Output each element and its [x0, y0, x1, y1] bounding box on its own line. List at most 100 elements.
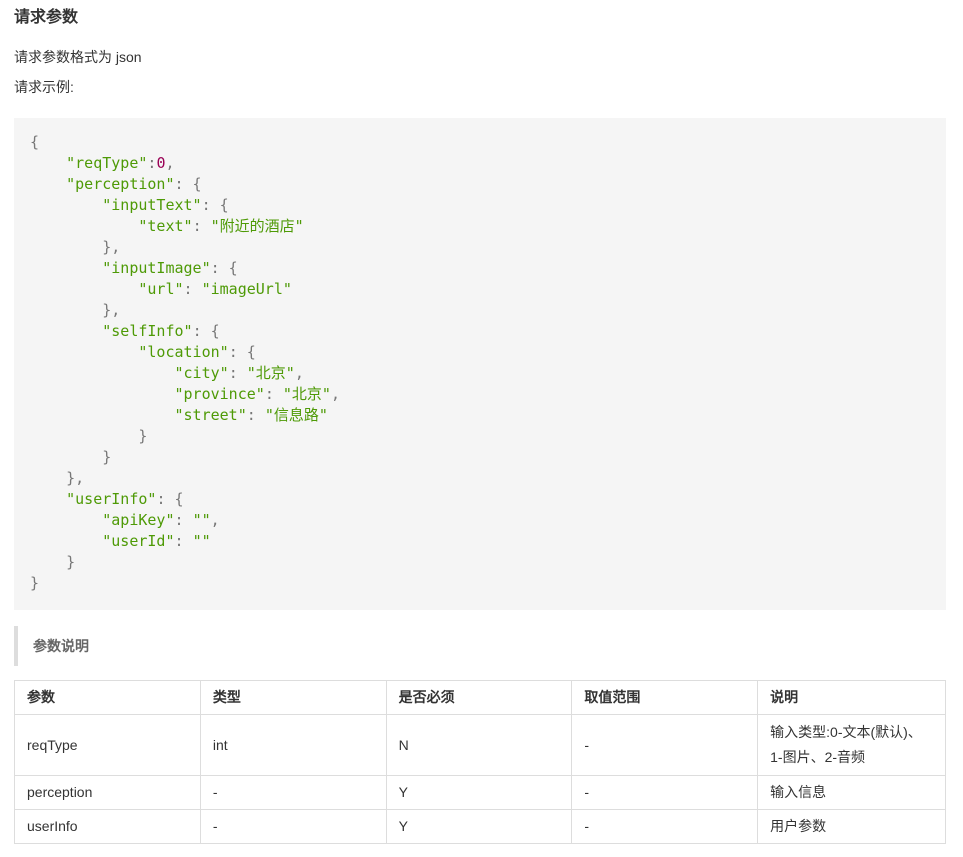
cell-param: reqType — [14, 714, 201, 776]
code-line: }, — [30, 469, 84, 487]
code-punctuation: : — [246, 406, 265, 424]
code-punctuation: : — [183, 280, 202, 298]
params-blockquote: 参数说明 — [14, 626, 946, 666]
cell-range: - — [571, 714, 759, 776]
cell-param: perception — [14, 775, 201, 810]
cell-range: - — [571, 809, 759, 844]
cell-required: Y — [385, 775, 573, 810]
code-string: "" — [192, 532, 211, 550]
header-required: 是否必须 — [385, 680, 573, 715]
code-string: "附近的酒店" — [210, 217, 304, 235]
cell-type: - — [199, 775, 387, 810]
code-string: "北京" — [282, 385, 331, 403]
code-key: "text" — [138, 217, 193, 235]
format-text: 请求参数格式为 json — [14, 49, 142, 65]
code-line: "userInfo": { — [30, 490, 184, 508]
code-key: "url" — [138, 280, 184, 298]
cell-required: Y — [385, 809, 573, 844]
code-punctuation: } — [30, 574, 40, 592]
code-punctuation: }, — [102, 301, 121, 319]
code-line: "inputImage": { — [30, 259, 238, 277]
code-punctuation: : — [174, 511, 193, 529]
table-row: reqType int N - 输入类型:0-文本(默认)、1-图片、2-音频 — [14, 714, 946, 776]
code-punctuation: , — [210, 511, 220, 529]
code-punctuation: : { — [156, 490, 184, 508]
code-punctuation: : — [192, 217, 211, 235]
code-line: "userId": "" — [30, 532, 211, 550]
code-line: "location": { — [30, 343, 256, 361]
code-punctuation: : — [228, 364, 247, 382]
code-punctuation: : { — [210, 259, 238, 277]
code-punctuation: }, — [66, 469, 85, 487]
cell-param: userInfo — [14, 809, 201, 844]
code-punctuation: : { — [192, 322, 220, 340]
code-key: "userId" — [102, 532, 175, 550]
header-range: 取值范围 — [571, 680, 759, 715]
code-punctuation: , — [294, 364, 304, 382]
code-key: "userInfo" — [66, 490, 157, 508]
code-line: } — [30, 574, 39, 592]
code-punctuation: : { — [228, 343, 256, 361]
code-line: "apiKey": "", — [30, 511, 220, 529]
code-line: "city": "北京", — [30, 364, 304, 382]
code-line: "reqType":0, — [30, 154, 175, 172]
table-row: perception - Y - 输入信息 — [14, 775, 946, 810]
code-string: "" — [192, 511, 211, 529]
code-line: } — [30, 427, 147, 445]
cell-type: int — [199, 714, 387, 776]
api-doc-page: 请求参数 请求参数格式为 json 请求示例: { "reqType":0, "… — [0, 0, 963, 857]
code-line: } — [30, 553, 75, 571]
code-line: "street": "信息路" — [30, 406, 328, 424]
code-line: "perception": { — [30, 175, 202, 193]
code-line: } — [30, 448, 111, 466]
code-key: "location" — [138, 343, 229, 361]
example-label: 请求示例: — [14, 79, 74, 95]
code-punctuation: : { — [174, 175, 202, 193]
cell-type: - — [199, 809, 387, 844]
header-description: 说明 — [757, 680, 946, 715]
code-string: "信息路" — [264, 406, 328, 424]
code-punctuation: , — [165, 154, 175, 172]
code-punctuation: } — [102, 448, 112, 466]
code-punctuation: : { — [201, 196, 229, 214]
code-key: "inputImage" — [102, 259, 211, 277]
code-line: "province": "北京", — [30, 385, 340, 403]
code-string: "北京" — [246, 364, 295, 382]
code-line: "text": "附近的酒店" — [30, 217, 304, 235]
header-type: 类型 — [199, 680, 387, 715]
code-key: "province" — [174, 385, 265, 403]
table-header-row: 参数 类型 是否必须 取值范围 说明 — [14, 680, 946, 715]
code-block[interactable]: { "reqType":0, "perception": { "inputTex… — [14, 118, 946, 610]
cell-description: 输入信息 — [757, 775, 946, 810]
code-punctuation: { — [30, 133, 40, 151]
code-key: "selfInfo" — [102, 322, 193, 340]
cell-range: - — [571, 775, 759, 810]
code-key: "city" — [174, 364, 229, 382]
cell-description: 输入类型:0-文本(默认)、1-图片、2-音频 — [757, 714, 946, 776]
code-key: "apiKey" — [102, 511, 175, 529]
header-param: 参数 — [14, 680, 201, 715]
code-string: "imageUrl" — [201, 280, 292, 298]
code-punctuation: : — [174, 532, 193, 550]
code-key: "inputText" — [102, 196, 202, 214]
params-section-title: 参数说明 — [33, 638, 89, 654]
code-key: "street" — [174, 406, 247, 424]
code-punctuation: , — [330, 385, 340, 403]
code-line: }, — [30, 238, 120, 256]
code-punctuation: } — [138, 427, 148, 445]
code-punctuation: : — [264, 385, 283, 403]
code-line: { — [30, 133, 39, 151]
code-line: "url": "imageUrl" — [30, 280, 292, 298]
code-punctuation: }, — [102, 238, 121, 256]
code-line: "selfInfo": { — [30, 322, 220, 340]
cell-required: N — [385, 714, 573, 776]
code-content: { "reqType":0, "perception": { "inputTex… — [30, 132, 340, 594]
section-title: 请求参数 — [14, 9, 79, 26]
code-line: }, — [30, 301, 120, 319]
code-line: "inputText": { — [30, 196, 229, 214]
params-table: 参数 类型 是否必须 取值范围 说明 reqType int N - 输入类型:… — [14, 680, 946, 844]
table-row: userInfo - Y - 用户参数 — [14, 809, 946, 844]
code-key: "perception" — [66, 175, 175, 193]
cell-description: 用户参数 — [757, 809, 946, 844]
code-punctuation: } — [66, 553, 76, 571]
